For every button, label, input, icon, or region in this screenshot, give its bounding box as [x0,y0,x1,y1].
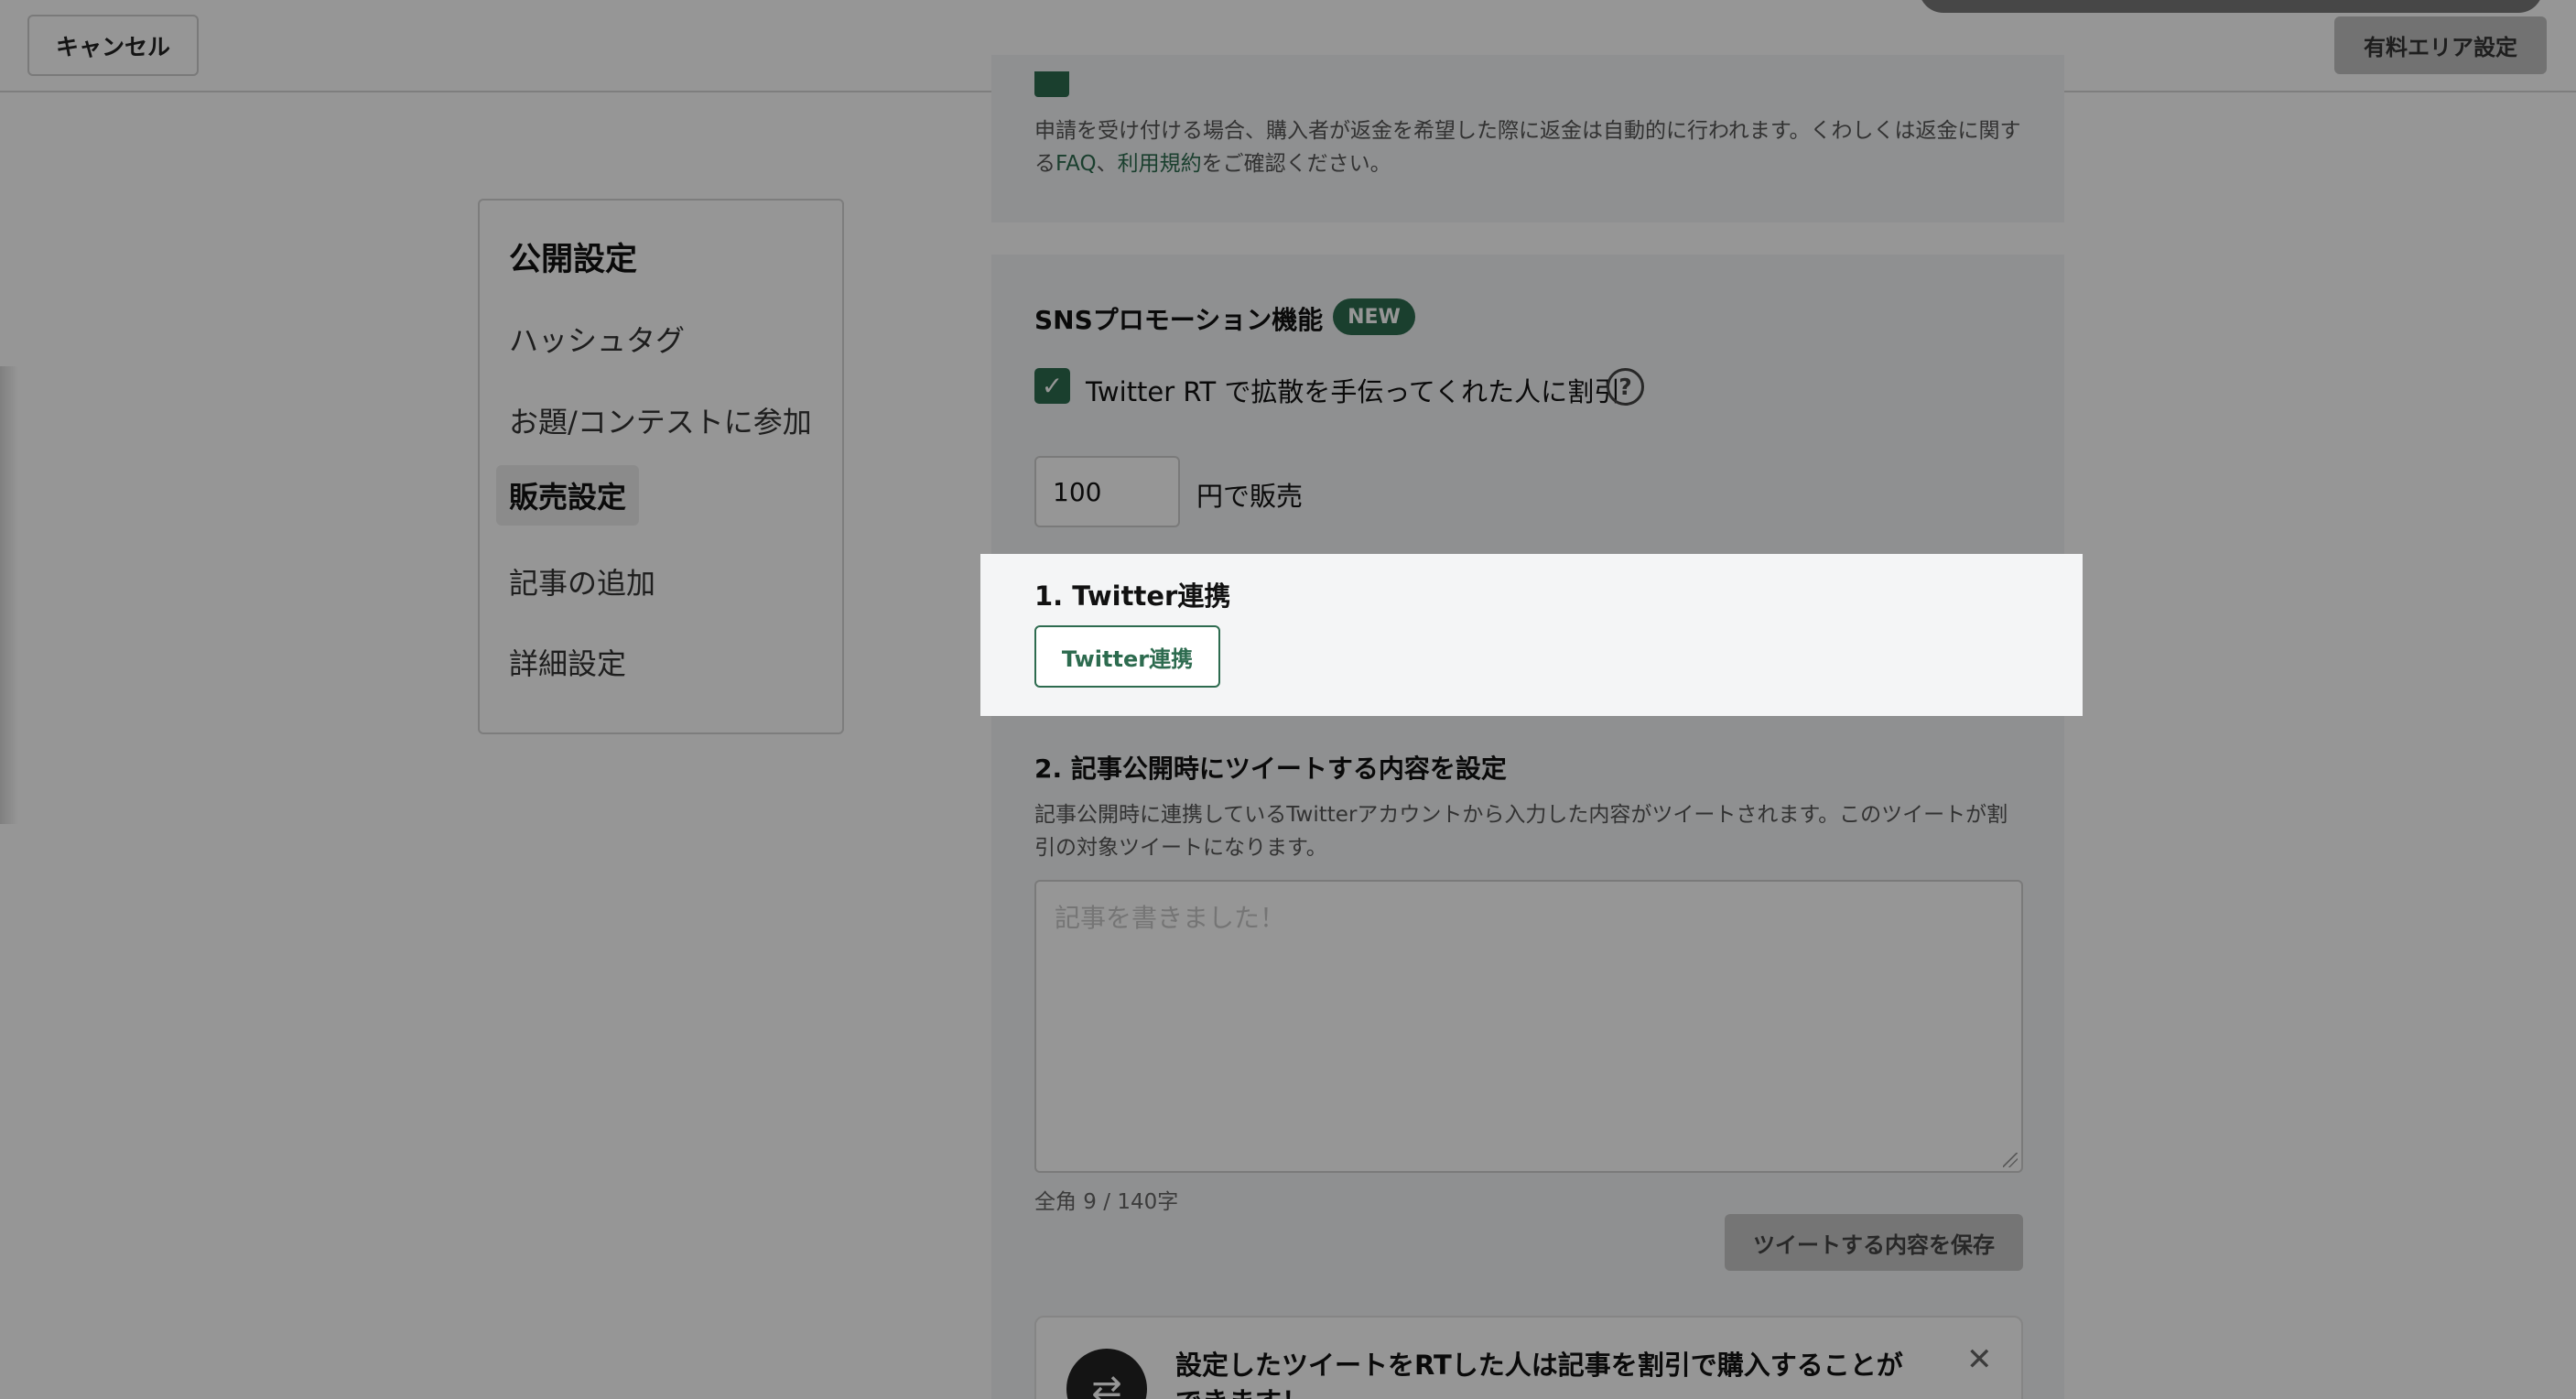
top-toast-bar [1919,0,2543,13]
step1-title: 1. Twitter連携 [1034,580,1231,612]
sns-promotion-title: SNSプロモーション機能 [1034,305,1324,335]
cancel-button[interactable]: キャンセル [27,15,199,76]
price-suffix: 円で販売 [1196,481,1304,512]
nav-item-add-article[interactable]: 記事の追加 [509,560,655,602]
rt-info-text: 設定したツイートをRTした人は記事を割引で購入することができます！ [1175,1350,1903,1399]
rt-info-card: ⇄ 設定したツイートをRTした人は記事を割引で購入することができます！ ✕ [1034,1316,2023,1399]
tweet-placeholder: 記事を書きました！ [1055,903,1286,933]
new-badge: NEW [1333,298,1415,335]
nav-title: 公開設定 [509,242,638,278]
help-circle-icon[interactable]: ? [1607,368,1644,406]
page: キャンセル 有料エリア設定 公開設定 ハッシュタグ お題/コンテストに参加 販売… [0,0,2576,1399]
resize-grip-icon[interactable] [2003,1153,2018,1167]
check-icon: ✓ [1041,371,1064,401]
save-tweet-button[interactable]: ツイートする内容を保存 [1725,1214,2023,1271]
nav-item-advanced[interactable]: 詳細設定 [509,641,626,683]
left-edge-shadow [0,366,18,824]
nav-item-contest[interactable]: お題/コンテストに参加 [509,399,812,441]
faq-link[interactable]: FAQ [1055,152,1097,176]
refund-checkbox[interactable] [1034,71,1069,97]
nav-item-sales[interactable]: 販売設定 [496,465,640,526]
close-icon[interactable]: ✕ [1966,1341,1993,1378]
step2-title: 2. 記事公開時にツイートする内容を設定 [1034,754,1507,784]
settings-nav: 公開設定 ハッシュタグ お題/コンテストに参加 販売設定 記事の追加 詳細設定 [478,199,844,734]
terms-link[interactable]: 利用規約 [1118,152,1202,176]
twitter-rt-discount-label[interactable]: Twitter RT で拡散を手伝ってくれた人に割引 [1086,371,1620,409]
nav-item-hashtag[interactable]: ハッシュタグ [509,318,685,360]
tweet-content-textarea[interactable]: 記事を書きました！ [1034,880,2023,1173]
twitter-connect-button[interactable]: Twitter連携 [1034,625,1220,688]
refund-note: 申請を受け付ける場合、購入者が返金を希望した際に返金は自動的に行われます。くわし… [1034,119,2021,176]
paid-area-settings-button[interactable]: 有料エリア設定 [2334,16,2547,74]
twitter-rt-discount-checkbox[interactable]: ✓ [1034,368,1070,404]
char-count: 全角 9 / 140字 [1034,1190,1179,1214]
step2-description: 記事公開時に連携しているTwitterアカウントから入力した内容がツイートされま… [1034,803,2008,860]
discount-price-input[interactable]: 100 [1034,456,1180,527]
retweet-icon: ⇄ [1066,1349,1147,1399]
